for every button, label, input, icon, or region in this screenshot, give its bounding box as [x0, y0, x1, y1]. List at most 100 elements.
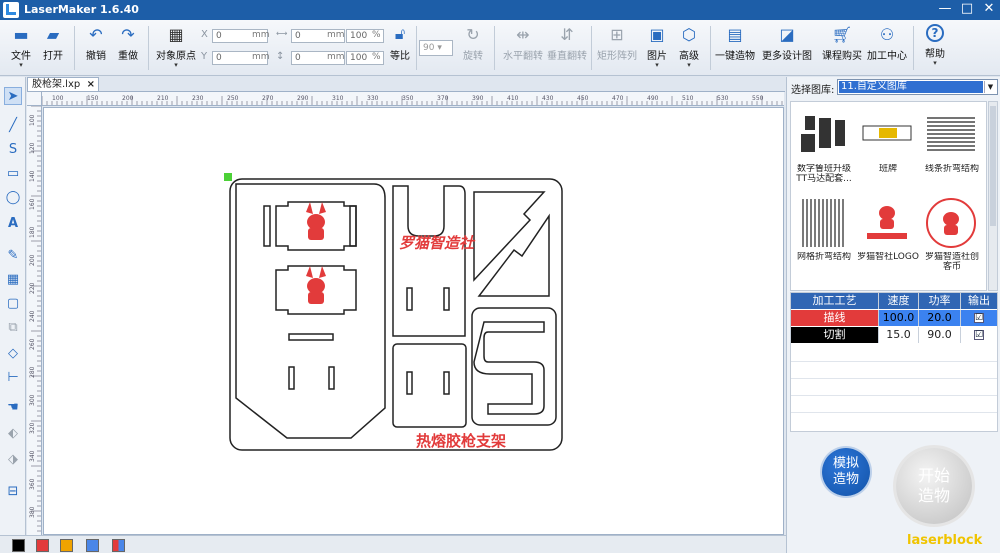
open-folder-icon: ▰ — [46, 24, 60, 44]
logo-icon — [857, 194, 917, 252]
ruler-tick-label: 370 — [437, 95, 449, 102]
table-row[interactable]: 描线 100.0 20.0 ☑ — [791, 310, 997, 326]
ruler-tick-label: 270 — [262, 95, 274, 102]
design-title-text: 热熔胶枪支架 — [416, 432, 506, 450]
ruler-tick-label: 220 — [29, 282, 36, 294]
output-checkbox[interactable]: ☑ — [974, 313, 984, 323]
s-clip-part — [473, 321, 545, 415]
help-icon: ? — [926, 24, 944, 42]
redo-icon: ↷ — [121, 24, 135, 44]
design-drawing[interactable]: 罗猫智造社 热熔胶枪支架 — [44, 108, 785, 536]
library-item[interactable]: 数字鲁班升级TT马达配套... — [793, 106, 855, 184]
weld-tool-icon[interactable]: ⬖ — [4, 425, 22, 443]
line-tool-icon[interactable]: ╱ — [4, 117, 22, 135]
close-button[interactable]: ✕ — [982, 1, 996, 16]
measure-tool-icon[interactable]: ⊢ — [4, 369, 22, 387]
ruler-tick-label: 390 — [472, 95, 484, 102]
object-origin-button[interactable]: ▦ 对象原点 ▾ — [156, 24, 196, 69]
library-item[interactable]: 罗猫智社LOGO — [857, 194, 919, 272]
app-logo-icon — [3, 2, 19, 18]
color-swatch-blue[interactable] — [86, 539, 99, 552]
help-button[interactable]: ? 帮助 ▾ — [918, 24, 952, 67]
selection-handle[interactable] — [224, 173, 232, 181]
process-table: 加工工艺 速度 功率 输出 描线 100.0 20.0 ☑ 切割 15.0 90… — [790, 292, 998, 432]
design-canvas[interactable]: 罗猫智造社 热熔胶枪支架 — [43, 107, 784, 535]
open-button[interactable]: ▰ 打开 — [36, 24, 70, 63]
ruler-tick-label: 280 — [29, 366, 36, 378]
middle-lower-part — [392, 343, 467, 428]
brand-logo-text: 罗猫智造社 — [399, 234, 476, 252]
coin-icon — [921, 194, 981, 252]
undo-icon: ↶ — [89, 24, 103, 44]
ellipse-tool-icon[interactable]: ◯ — [4, 189, 22, 207]
rect-array-button[interactable]: ⊞ 矩形阵列 — [597, 24, 637, 63]
color-swatch-red[interactable] — [36, 539, 49, 552]
image-icon: ▣ — [649, 24, 665, 44]
color-swatch-orange[interactable] — [60, 539, 73, 552]
camera-tool-icon[interactable]: ⊟ — [4, 483, 22, 501]
library-item[interactable]: 班牌 — [857, 106, 919, 184]
ruler-tick-label: 320 — [29, 422, 36, 434]
close-tab-icon[interactable]: × — [87, 78, 95, 91]
library-select[interactable]: 11.自定义图库 ▼ — [837, 79, 998, 95]
ruler-tick-label: 210 — [157, 95, 169, 102]
more-designs-button[interactable]: ◪ 更多设计图 — [761, 24, 813, 63]
mascot-logo-1 — [306, 202, 326, 240]
folder-icon: ▬ — [13, 24, 29, 44]
library-label: 选择图库: — [791, 85, 835, 96]
table-row[interactable]: 切割 15.0 90.0 ☑ — [791, 327, 997, 343]
rounded-rect-tool-icon[interactable]: ▢ — [4, 295, 22, 313]
library-item[interactable]: 线条折弯结构 — [921, 106, 983, 184]
library-item[interactable]: 罗猫智造社创客币 — [921, 194, 983, 272]
start-button[interactable]: 开始 造物 — [896, 448, 972, 524]
window-title: LaserMaker 1.6.40 — [24, 3, 139, 16]
color-swatch-black[interactable] — [12, 539, 25, 552]
rectangle-tool-icon[interactable]: ▭ — [4, 165, 22, 183]
document-tab[interactable]: 胶枪架.lxp × — [27, 77, 99, 92]
processing-center-button[interactable]: ⚇ 加工中心 — [866, 24, 908, 63]
people-icon: ⚇ — [879, 24, 895, 44]
triangle-brace-top — [473, 191, 546, 282]
proportional-lock-button[interactable]: 🔓︎ 等比 — [383, 24, 417, 62]
one-click-make-button[interactable]: ▤ 一键造物 — [714, 24, 756, 63]
library-scrollbar[interactable] — [988, 101, 998, 291]
watermark: laserblock — [907, 533, 983, 548]
text-tool-icon[interactable]: A — [4, 215, 22, 233]
library-item[interactable]: 网格折弯结构 — [793, 194, 855, 272]
advanced-button[interactable]: ⬡ 高级 ▾ — [672, 24, 706, 69]
eraser-tool-icon[interactable]: ◇ — [4, 345, 22, 363]
ruler-tick-label: 530 — [717, 95, 729, 102]
combine-tool-icon[interactable]: ⬗ — [4, 451, 22, 469]
vertical-flip-button[interactable]: ⇵ 垂直翻转 — [547, 24, 587, 63]
ruler-tick-label: 100 — [52, 95, 64, 102]
minimize-button[interactable]: — — [938, 1, 952, 16]
ruler-tick-label: 330 — [367, 95, 379, 102]
file-button[interactable]: ▬ 文件 ▾ — [4, 24, 38, 69]
ruler-tick-label: 340 — [29, 450, 36, 462]
undo-button[interactable]: ↶ 撤销 — [79, 24, 113, 63]
process-table-header: 加工工艺 速度 功率 输出 — [791, 293, 997, 309]
cube-icon: ⬡ — [682, 24, 696, 44]
rotate-angle-select[interactable]: 90 ▾ — [419, 40, 453, 56]
curve-tool-icon[interactable]: S — [4, 141, 22, 159]
middle-upright-part — [392, 185, 466, 337]
rotate-icon: ↻ — [466, 24, 480, 44]
image-button[interactable]: ▣ 图片 ▾ — [640, 24, 674, 69]
color-palette-bar — [0, 535, 786, 553]
color-picker-icon[interactable] — [112, 539, 125, 552]
course-purchase-button[interactable]: 🛒︎ 课程购买 — [821, 24, 863, 63]
select-tool-icon[interactable]: ➤ — [4, 87, 22, 105]
table-tool-icon[interactable]: ▦ — [4, 271, 22, 289]
output-checkbox[interactable]: ☑ — [974, 330, 984, 340]
redo-button[interactable]: ↷ 重做 — [111, 24, 145, 63]
edit-node-tool-icon[interactable]: ⧉ — [4, 319, 22, 337]
maximize-button[interactable]: □ — [960, 1, 974, 16]
ruler-tick-label: 140 — [29, 170, 36, 182]
simulate-button[interactable]: 模拟 造物 — [822, 448, 870, 496]
nameplate-icon — [857, 106, 917, 164]
hand-tool-icon[interactable]: ☚ — [4, 399, 22, 417]
pen-tool-icon[interactable]: ✎ — [4, 247, 22, 265]
origin-grid-icon: ▦ — [168, 24, 184, 44]
rotate-button[interactable]: ↻ 旋转 — [456, 24, 490, 63]
horizontal-flip-button[interactable]: ⇹ 水平翻转 — [503, 24, 543, 63]
